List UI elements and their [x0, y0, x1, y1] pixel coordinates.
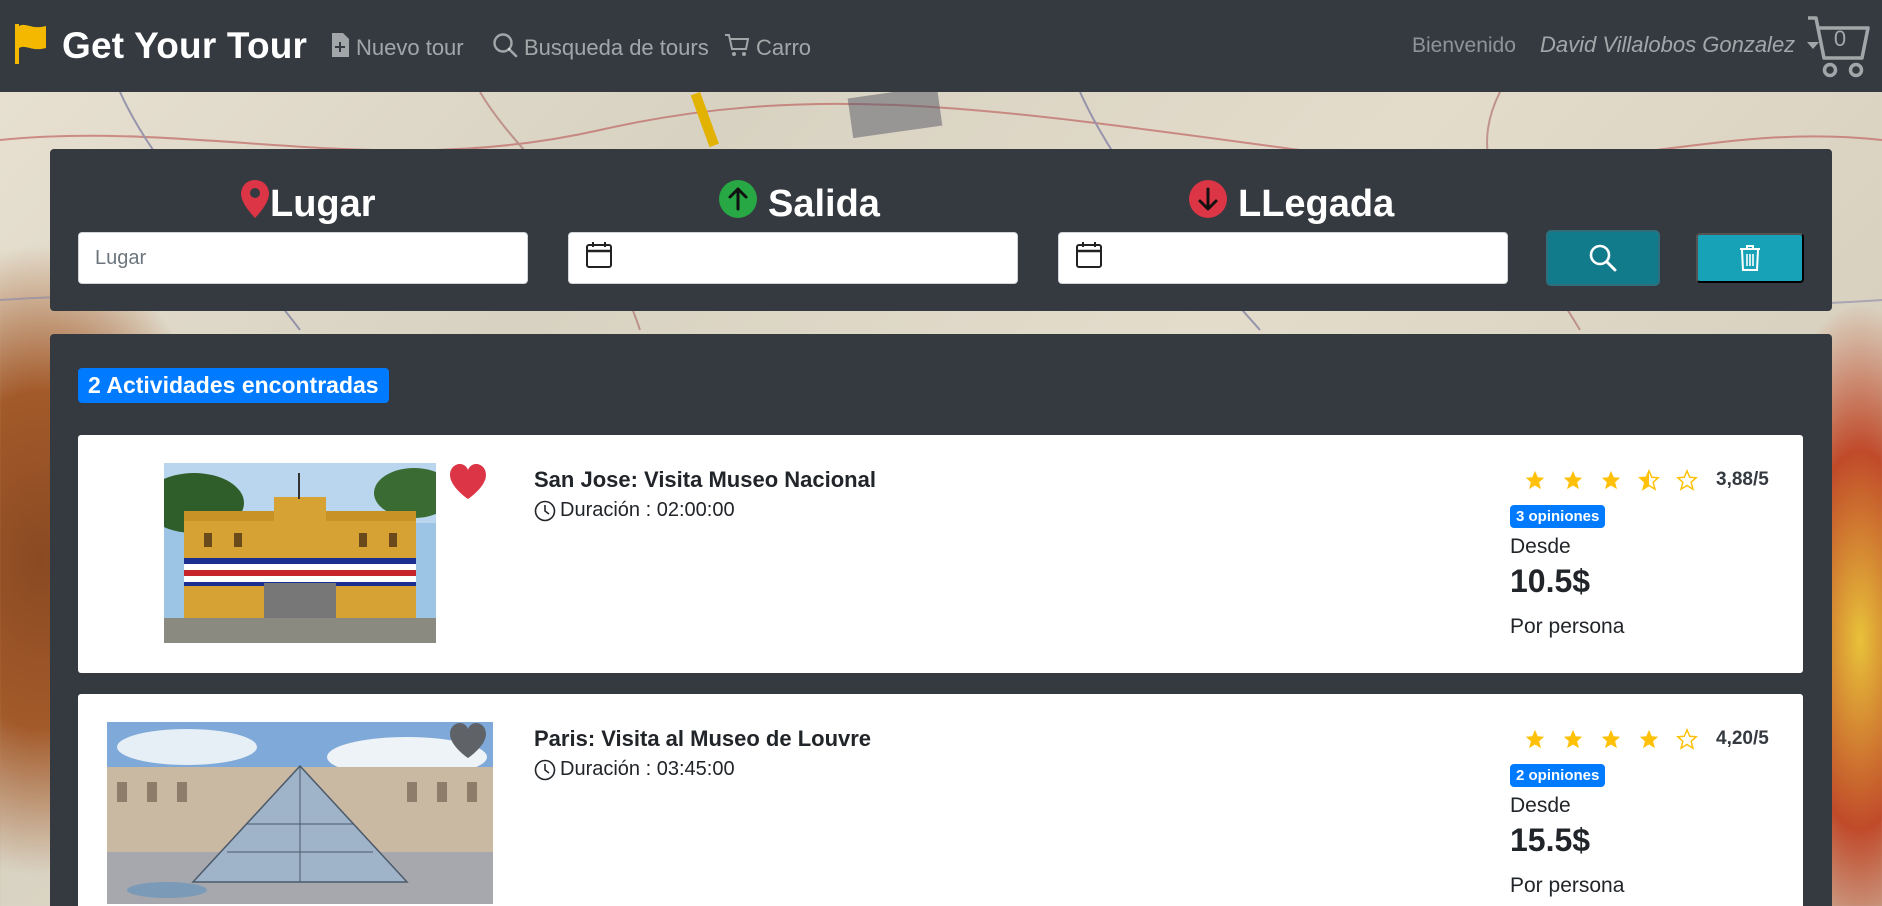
results-panel: 2 Actividades encontradas San Jose: Visi… [50, 334, 1832, 906]
llegada-label: LLegada [1238, 182, 1395, 225]
nav-carro-label: Carro [756, 35, 812, 60]
brand-link[interactable]: Get Your Tour [14, 22, 307, 71]
cart-count: 0 [1833, 26, 1847, 51]
star-full-icon [1639, 729, 1659, 749]
favorite-heart-icon[interactable] [448, 722, 488, 765]
cart-button[interactable]: 0 [1806, 12, 1872, 82]
map-pin-icon [240, 179, 270, 229]
trash-icon [1740, 245, 1760, 271]
tour-price: 10.5$ [1510, 563, 1591, 599]
clock-icon [534, 500, 556, 521]
rating-stars: 4,20/5 [1524, 728, 1769, 750]
rating-stars: 3,88/5 [1524, 469, 1769, 491]
star-empty-icon [1676, 728, 1698, 750]
flag-icon [14, 22, 50, 71]
star-full-icon [1525, 470, 1545, 490]
tour-card[interactable]: San Jose: Visita Museo Nacional Duración… [78, 435, 1803, 673]
tour-price: 15.5$ [1510, 822, 1591, 858]
star-full-icon [1601, 729, 1621, 749]
arrow-down-circle-icon [1188, 179, 1228, 229]
star-empty-icon [1676, 469, 1698, 491]
file-plus-icon [330, 32, 356, 64]
search-button[interactable] [1546, 230, 1660, 286]
nav-carro[interactable]: Carro [724, 32, 811, 64]
lugar-placeholder: Lugar [95, 246, 147, 269]
brand-title: Get Your Tour [62, 25, 308, 66]
per-person-label: Por persona [1510, 615, 1625, 638]
rating-value: 3,88/5 [1716, 469, 1769, 490]
reviews-badge: 2 opiniones [1510, 764, 1606, 787]
nav-nuevo-tour[interactable]: Nuevo tour [330, 32, 464, 64]
tour-image-museo-nacional[interactable] [164, 463, 436, 643]
search-icon [1589, 244, 1617, 272]
star-full-icon [1525, 729, 1545, 749]
star-full-icon [1601, 470, 1621, 490]
search-icon [492, 32, 524, 64]
tour-duration: Duración : 03:45:00 [534, 758, 735, 781]
price-from-label: Desde [1510, 535, 1571, 558]
tour-card[interactable]: Paris: Visita al Museo de Louvre Duració… [78, 694, 1803, 906]
llegada-date-input[interactable] [1058, 232, 1508, 284]
tour-image-louvre[interactable] [107, 722, 493, 904]
nav-nuevo-tour-label: Nuevo tour [356, 35, 464, 60]
tour-title[interactable]: San Jose: Visita Museo Nacional [534, 467, 876, 493]
salida-label: Salida [768, 182, 880, 225]
llegada-heading: LLegada [1188, 179, 1394, 229]
tour-title[interactable]: Paris: Visita al Museo de Louvre [534, 726, 871, 752]
reviews-badge: 3 opiniones [1510, 505, 1606, 528]
arrow-up-circle-icon [718, 179, 758, 229]
lugar-input[interactable]: Lugar [78, 232, 528, 284]
star-full-icon [1563, 470, 1583, 490]
tour-duration-text: Duración : 02:00:00 [560, 499, 735, 521]
salida-heading: Salida [718, 179, 880, 229]
nav-busqueda-tours[interactable]: Busqueda de tours [492, 32, 709, 64]
top-navbar: Get Your Tour Nuevo tour Busqueda de tou… [0, 0, 1882, 92]
clear-button[interactable] [1696, 233, 1804, 283]
user-name: David Villalobos Gonzalez [1540, 32, 1796, 57]
results-count-badge: 2 Actividades encontradas [78, 368, 389, 403]
welcome-text: Bienvenido [1412, 34, 1516, 57]
rating-value: 4,20/5 [1716, 728, 1769, 749]
star-half-icon [1638, 469, 1660, 491]
tour-duration-text: Duración : 03:45:00 [560, 758, 735, 780]
lugar-heading: Lugar [240, 179, 376, 229]
cart-icon [724, 32, 756, 64]
favorite-heart-icon[interactable] [448, 463, 488, 506]
tour-duration: Duración : 02:00:00 [534, 499, 735, 522]
calendar-icon[interactable] [585, 241, 613, 275]
salida-date-input[interactable] [568, 232, 1018, 284]
price-from-label: Desde [1510, 794, 1571, 817]
per-person-label: Por persona [1510, 874, 1625, 897]
nav-busqueda-label: Busqueda de tours [524, 35, 709, 60]
clock-icon [534, 759, 556, 780]
user-menu-dropdown[interactable]: David Villalobos Gonzalez [1540, 32, 1820, 58]
search-panel: Lugar Salida LLegada Lugar [50, 149, 1832, 311]
calendar-icon[interactable] [1075, 241, 1103, 275]
lugar-label: Lugar [270, 182, 376, 225]
star-full-icon [1563, 729, 1583, 749]
